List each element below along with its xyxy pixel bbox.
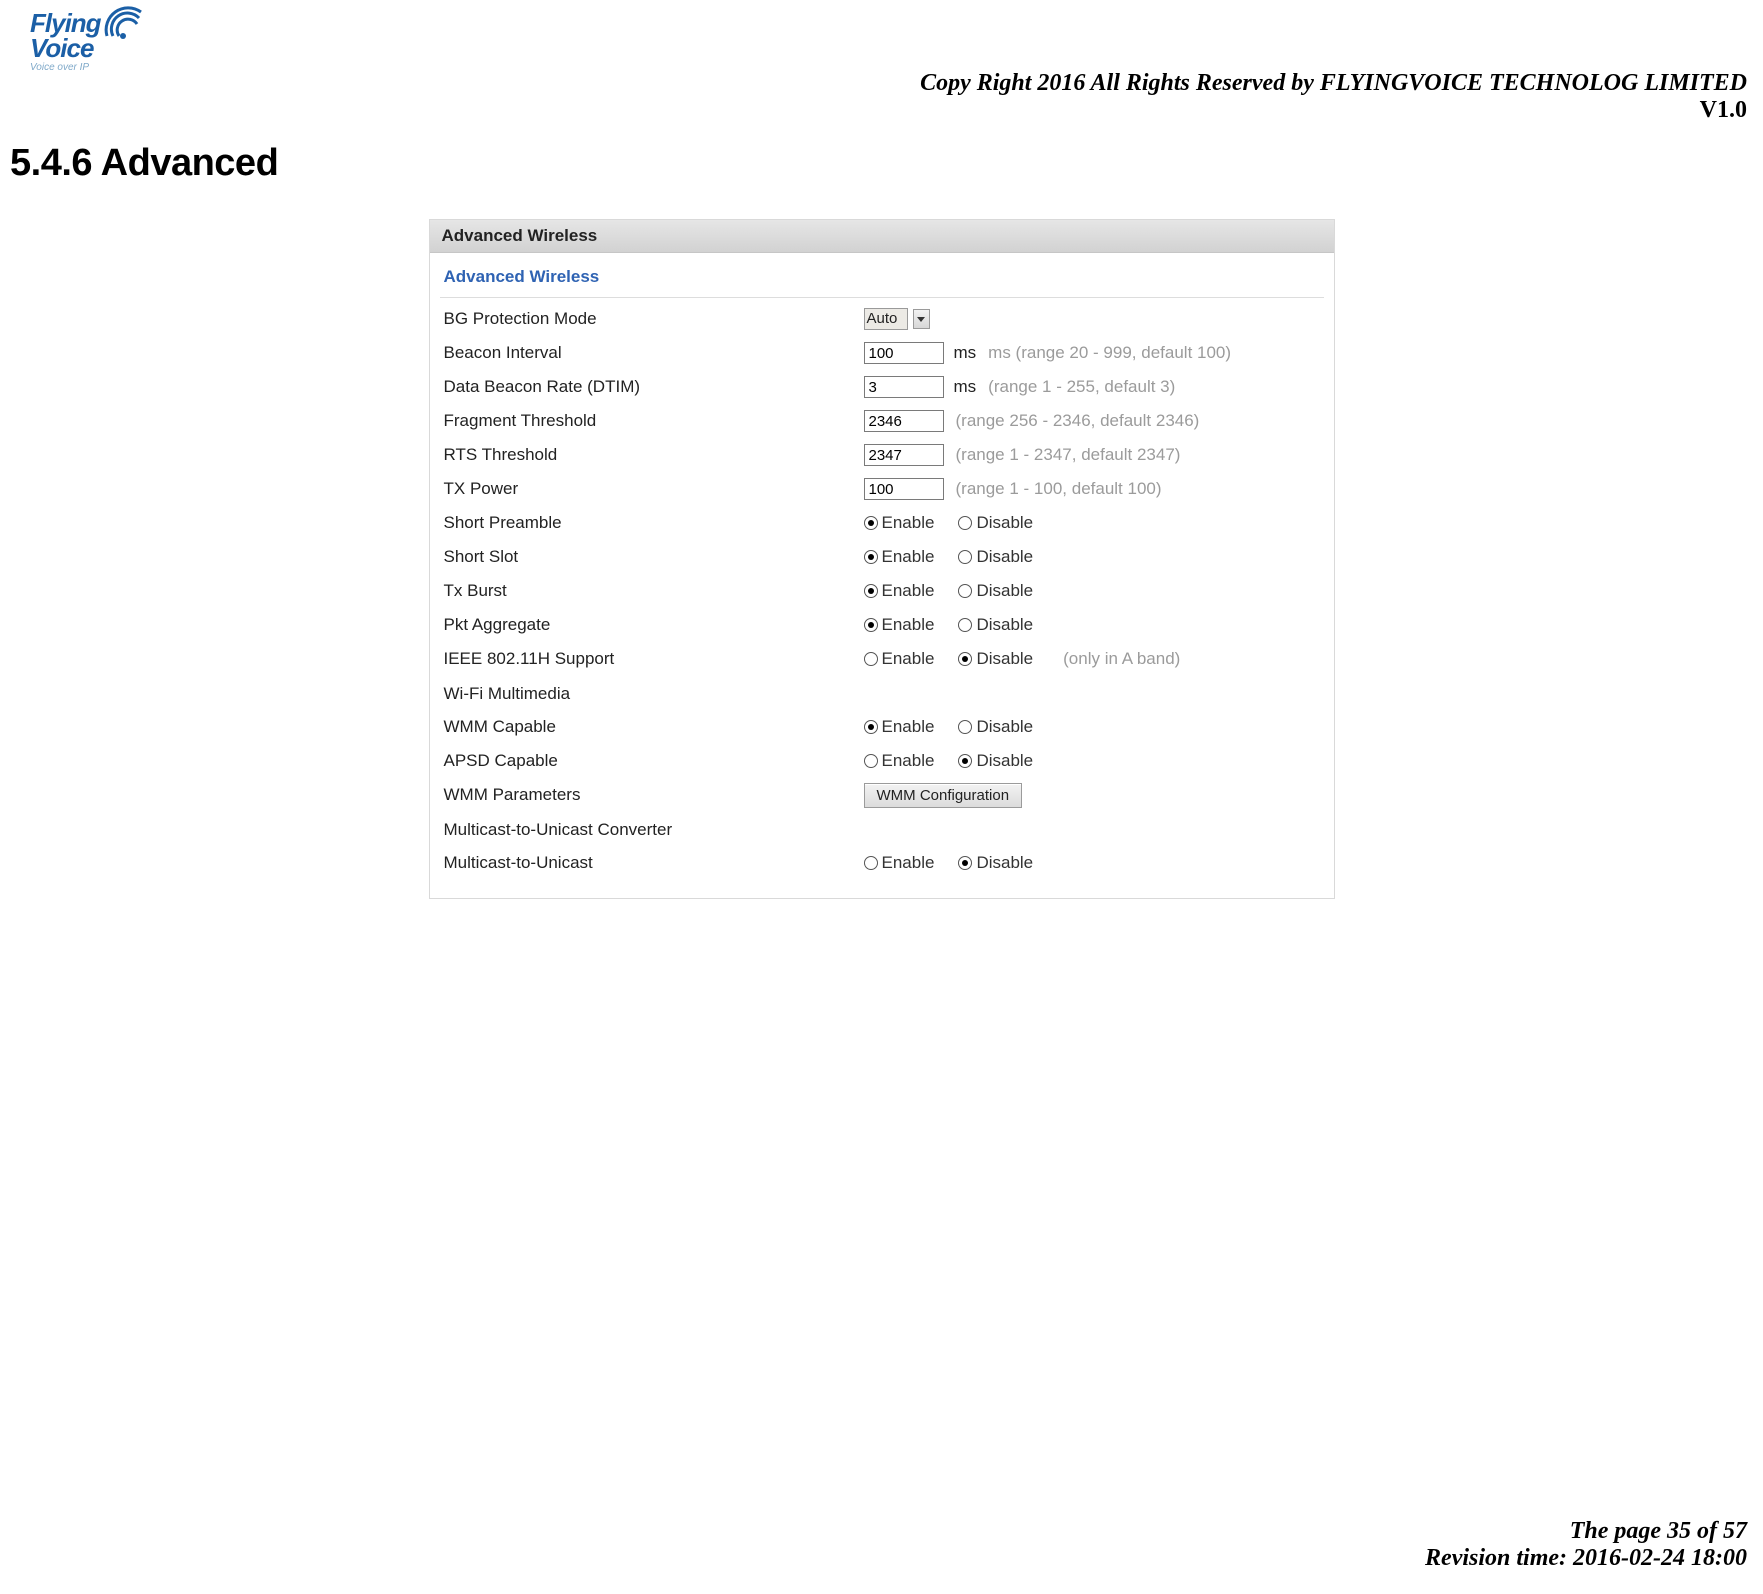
radio-input[interactable] (864, 618, 878, 632)
dtim-hint: (range 1 - 255, default 3) (988, 377, 1175, 397)
dtim-input[interactable] (864, 376, 944, 398)
ieee80211h-disable[interactable]: Disable (958, 649, 1033, 669)
frag-input[interactable] (864, 410, 944, 432)
dtim-unit: ms (954, 377, 977, 397)
copyright-line: Copy Right 2016 All Rights Reserved by F… (920, 70, 1747, 97)
beacon-interval-input[interactable] (864, 342, 944, 364)
wifi-mm-header: Wi-Fi Multimedia (444, 684, 864, 704)
radio-label: Enable (882, 547, 935, 567)
m2u-header: Multicast-to-Unicast Converter (444, 820, 864, 840)
wmm-capable-enable[interactable]: Enable (864, 717, 935, 737)
radio-input[interactable] (958, 584, 972, 598)
tx-burst-disable[interactable]: Disable (958, 581, 1033, 601)
radio-input[interactable] (958, 516, 972, 530)
txpower-hint: (range 1 - 100, default 100) (956, 479, 1162, 499)
radio-input[interactable] (864, 720, 878, 734)
apsd-capable-enable[interactable]: Enable (864, 751, 935, 771)
radio-label: Enable (882, 513, 935, 533)
radio-label: Enable (882, 581, 935, 601)
radio-input[interactable] (958, 720, 972, 734)
radio-label: Disable (976, 513, 1033, 533)
advanced-wireless-panel: Advanced Wireless Advanced Wireless BG P… (429, 219, 1335, 899)
radio-label: Disable (976, 615, 1033, 635)
beacon-interval-hint: ms (range 20 - 999, default 100) (988, 343, 1231, 363)
wmm-params-label: WMM Parameters (444, 785, 864, 805)
m2u-label: Multicast-to-Unicast (444, 853, 864, 873)
txpower-label: TX Power (444, 479, 864, 499)
m2u-disable[interactable]: Disable (958, 853, 1033, 873)
rts-label: RTS Threshold (444, 445, 864, 465)
radio-input[interactable] (958, 754, 972, 768)
rts-input[interactable] (864, 444, 944, 466)
radio-label: Disable (976, 649, 1033, 669)
ieee80211h-label: IEEE 802.11H Support (444, 649, 864, 669)
radio-label: Disable (976, 581, 1033, 601)
tx-burst-enable[interactable]: Enable (864, 581, 935, 601)
pkt-aggregate-disable[interactable]: Disable (958, 615, 1033, 635)
bg-protection-select[interactable]: Auto (864, 308, 908, 330)
m2u-enable[interactable]: Enable (864, 853, 935, 873)
page-number: The page 35 of 57 (1425, 1518, 1747, 1545)
short-slot-enable[interactable]: Enable (864, 547, 935, 567)
dropdown-icon[interactable] (913, 309, 930, 329)
short-preamble-enable[interactable]: Enable (864, 513, 935, 533)
frag-hint: (range 256 - 2346, default 2346) (956, 411, 1200, 431)
radio-input[interactable] (958, 550, 972, 564)
beacon-interval-label: Beacon Interval (444, 343, 864, 363)
radio-label: Disable (976, 751, 1033, 771)
wmm-capable-label: WMM Capable (444, 717, 864, 737)
short-slot-label: Short Slot (444, 547, 864, 567)
bg-protection-label: BG Protection Mode (444, 309, 864, 329)
wmm-capable-disable[interactable]: Disable (958, 717, 1033, 737)
short-slot-disable[interactable]: Disable (958, 547, 1033, 567)
radio-input[interactable] (958, 856, 972, 870)
logo: Flying Voice Voice over IP (30, 8, 140, 78)
panel-header: Advanced Wireless (430, 220, 1334, 253)
section-title: Advanced Wireless (444, 267, 1334, 287)
radio-input[interactable] (864, 856, 878, 870)
wifi-arc-icon (101, 6, 145, 40)
short-preamble-disable[interactable]: Disable (958, 513, 1033, 533)
page-title: 5.4.6 Advanced (10, 142, 1747, 185)
divider (440, 297, 1324, 298)
radio-input[interactable] (864, 550, 878, 564)
rts-hint: (range 1 - 2347, default 2347) (956, 445, 1181, 465)
radio-label: Enable (882, 717, 935, 737)
radio-label: Disable (976, 717, 1033, 737)
chevron-down-icon (917, 317, 925, 322)
version-line: V1.0 (920, 97, 1747, 124)
beacon-interval-unit: ms (954, 343, 977, 363)
radio-label: Enable (882, 853, 935, 873)
logo-sub: Voice over IP (30, 62, 140, 73)
radio-input[interactable] (864, 516, 878, 530)
radio-label: Enable (882, 649, 935, 669)
apsd-capable-disable[interactable]: Disable (958, 751, 1033, 771)
radio-label: Enable (882, 615, 935, 635)
apsd-capable-label: APSD Capable (444, 751, 864, 771)
radio-input[interactable] (864, 754, 878, 768)
wmm-configuration-button[interactable]: WMM Configuration (864, 783, 1023, 808)
frag-label: Fragment Threshold (444, 411, 864, 431)
radio-input[interactable] (958, 618, 972, 632)
pkt-aggregate-enable[interactable]: Enable (864, 615, 935, 635)
pkt-aggregate-label: Pkt Aggregate (444, 615, 864, 635)
document-header: Flying Voice Voice over IP Copy Right 20… (16, 0, 1747, 120)
revision-time: Revision time: 2016-02-24 18:00 (1425, 1545, 1747, 1572)
ieee80211h-enable[interactable]: Enable (864, 649, 935, 669)
radio-input[interactable] (864, 584, 878, 598)
ieee80211h-note: (only in A band) (1063, 649, 1180, 669)
radio-label: Disable (976, 853, 1033, 873)
radio-input[interactable] (958, 652, 972, 666)
tx-burst-label: Tx Burst (444, 581, 864, 601)
short-preamble-label: Short Preamble (444, 513, 864, 533)
radio-label: Enable (882, 751, 935, 771)
radio-input[interactable] (864, 652, 878, 666)
dtim-label: Data Beacon Rate (DTIM) (444, 377, 864, 397)
document-footer: The page 35 of 57 Revision time: 2016-02… (1425, 1518, 1747, 1572)
txpower-input[interactable] (864, 478, 944, 500)
radio-label: Disable (976, 547, 1033, 567)
